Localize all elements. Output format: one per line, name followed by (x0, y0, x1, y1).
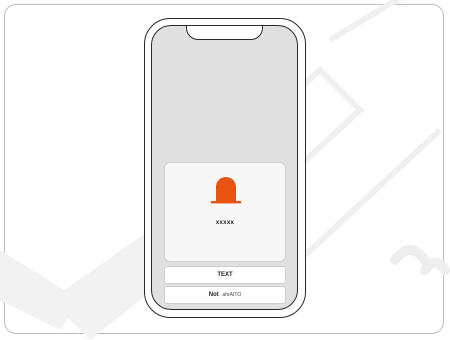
text-button[interactable]: TEXT (164, 266, 286, 284)
phone-screen: xxxxx TEXT Not ahrAITO (151, 25, 298, 310)
phone-mockup: xxxxx TEXT Not ahrAITO (144, 18, 306, 318)
not-button-label: Not (208, 292, 219, 298)
alert-label: xxxxx (215, 220, 235, 226)
not-button-sub: ahrAITO (222, 292, 242, 298)
bell-icon (211, 177, 241, 204)
alert-card: xxxxx (164, 162, 286, 262)
not-button[interactable]: Not ahrAITO (164, 286, 286, 304)
phone-notch (186, 26, 263, 40)
